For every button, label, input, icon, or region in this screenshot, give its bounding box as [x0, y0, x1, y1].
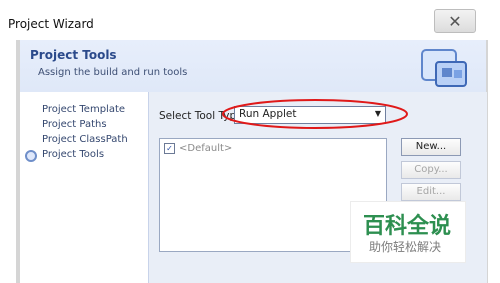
toolbox-icon	[421, 49, 467, 87]
copy-button[interactable]: Copy...	[401, 161, 461, 179]
wizard-nav: Project Template Project Paths Project C…	[20, 92, 148, 283]
checkmark-icon: ✓	[166, 144, 173, 153]
tool-type-value: Run Applet	[239, 108, 297, 120]
active-step-icon	[25, 150, 37, 162]
window-title: Project Wizard	[8, 17, 94, 31]
close-button[interactable]: ✕	[434, 9, 476, 33]
close-icon: ✕	[448, 11, 462, 31]
tool-type-select[interactable]: Run Applet ▼	[234, 106, 386, 124]
watermark-title: 百科全说	[363, 214, 452, 239]
list-item-label: <Default>	[179, 143, 233, 154]
watermark-subtitle: 助你轻松解决	[369, 240, 442, 254]
nav-item-project-tools[interactable]: Project Tools	[42, 149, 104, 160]
nav-item-project-paths[interactable]: Project Paths	[42, 119, 107, 130]
watermark: 百科全说 助你轻松解决	[350, 201, 466, 263]
chevron-down-icon: ▼	[374, 109, 381, 118]
list-item[interactable]: ✓ <Default>	[164, 143, 232, 154]
title-bar: Project Wizard ✕	[0, 0, 500, 40]
page-subtitle: Assign the build and run tools	[38, 67, 188, 78]
nav-item-project-classpath[interactable]: Project ClassPath	[42, 134, 128, 145]
wizard-header: Project Tools Assign the build and run t…	[20, 40, 486, 93]
page-title: Project Tools	[30, 48, 117, 62]
new-button[interactable]: New...	[401, 138, 461, 156]
default-checkbox[interactable]: ✓	[164, 143, 175, 154]
nav-item-project-template[interactable]: Project Template	[42, 104, 125, 115]
edit-button[interactable]: Edit...	[401, 183, 461, 201]
